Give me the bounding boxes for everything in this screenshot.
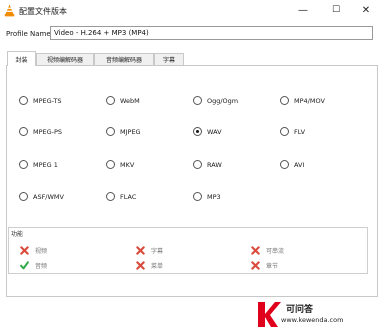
feature-subtitles: 字幕 xyxy=(136,246,163,255)
format-option-mpeg1[interactable]: MPEG 1 xyxy=(19,160,58,169)
radio-button[interactable] xyxy=(280,96,289,105)
format-option-ogg[interactable]: Ogg/Ogm xyxy=(193,96,238,105)
radio-button[interactable] xyxy=(193,96,202,105)
feature-chapters: 章节 xyxy=(251,261,278,270)
cross-icon xyxy=(251,246,260,255)
radio-button[interactable] xyxy=(280,160,289,169)
feature-streamable: 可串流 xyxy=(251,246,284,255)
radio-button[interactable] xyxy=(280,127,289,136)
radio-button[interactable] xyxy=(106,96,115,105)
format-option-mp3[interactable]: MP3 xyxy=(193,192,221,201)
maximize-button[interactable]: ☐ xyxy=(322,0,350,20)
feature-audio: 音频 xyxy=(20,261,47,270)
title-bar: 配置文件版本 — ☐ ✕ xyxy=(0,0,382,22)
watermark xyxy=(253,299,382,331)
radio-button[interactable] xyxy=(19,127,28,136)
format-option-mkv[interactable]: MKV xyxy=(106,160,134,169)
format-option-flac[interactable]: FLAC xyxy=(106,192,136,201)
radio-button[interactable] xyxy=(193,160,202,169)
format-option-asf-wmv[interactable]: ASF/WMV xyxy=(19,192,64,201)
window-title: 配置文件版本 xyxy=(19,7,67,16)
watermark-site-name: 可问答 xyxy=(286,305,314,315)
radio-button[interactable] xyxy=(106,160,115,169)
radio-button[interactable] xyxy=(19,160,28,169)
radio-button[interactable] xyxy=(193,192,202,201)
minimize-button[interactable]: — xyxy=(289,0,317,20)
radio-button[interactable] xyxy=(19,96,28,105)
tab-subtitles[interactable]: 字幕 xyxy=(154,53,184,65)
radio-button[interactable] xyxy=(106,127,115,136)
cross-icon xyxy=(20,246,29,255)
format-option-mjpeg[interactable]: MJPEG xyxy=(106,127,141,136)
format-option-raw[interactable]: RAW xyxy=(193,160,222,169)
format-option-mpeg-ps[interactable]: MPEG-PS xyxy=(19,127,62,136)
cross-icon xyxy=(251,261,260,270)
tab-encapsulation[interactable]: 封装 xyxy=(7,51,36,66)
tab-audio-codec[interactable]: 音频编解码器 xyxy=(94,53,154,65)
watermark-url: www.kewenda.com xyxy=(281,316,344,324)
feature-menu: 菜单 xyxy=(136,261,163,270)
format-option-flv[interactable]: FLV xyxy=(280,127,305,136)
vlc-cone-icon xyxy=(4,4,15,17)
watermark-k-logo xyxy=(258,302,281,327)
features-title: 功能 xyxy=(11,231,24,238)
format-option-mpeg-ts[interactable]: MPEG-TS xyxy=(19,96,62,105)
format-option-mp4-mov[interactable]: MP4/MOV xyxy=(280,96,325,105)
format-option-wav[interactable]: WAV xyxy=(193,127,222,136)
profile-name-label: Profile Name xyxy=(6,30,51,38)
tab-video-codec[interactable]: 视频编解码器 xyxy=(36,53,94,65)
check-icon xyxy=(20,261,29,270)
close-button[interactable]: ✕ xyxy=(352,0,380,20)
cross-icon xyxy=(136,261,145,270)
radio-button[interactable] xyxy=(19,192,28,201)
feature-video: 视频 xyxy=(20,246,47,255)
format-option-avi[interactable]: AVI xyxy=(280,160,304,169)
format-option-webm[interactable]: WebM xyxy=(106,96,140,105)
profile-name-input[interactable] xyxy=(50,26,373,40)
cross-icon xyxy=(136,246,145,255)
features-group xyxy=(8,227,368,274)
radio-button-selected[interactable] xyxy=(193,127,202,136)
radio-button[interactable] xyxy=(106,192,115,201)
